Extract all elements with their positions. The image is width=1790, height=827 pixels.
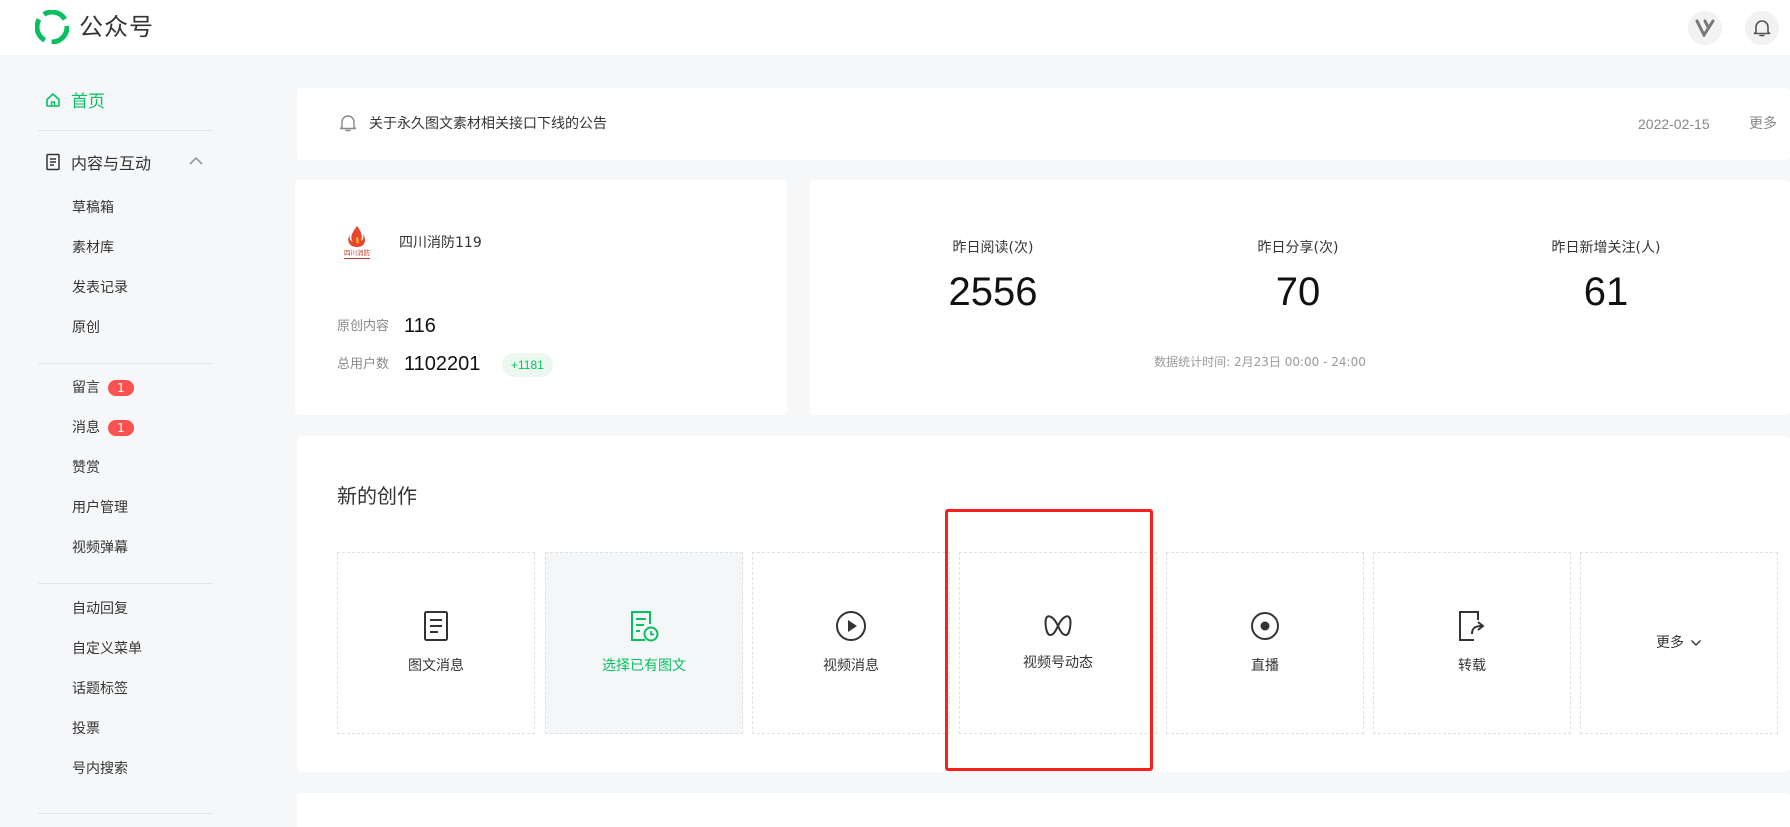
sidebar-item-home[interactable]: 首页 <box>45 87 105 112</box>
create-more-button[interactable]: 更多 <box>1656 633 1702 653</box>
new-creation-card: 新的创作 图文消息 选择已有图文 视频消息 视频号动态 直播 转载 更多 <box>297 436 1790 772</box>
next-section-card <box>297 793 1790 827</box>
stat-reads-label: 昨日阅读(次) <box>952 240 1034 256</box>
sidebar-item-materials[interactable]: 素材库 <box>72 238 114 258</box>
create-live-tile[interactable]: 直播 <box>1166 552 1364 734</box>
play-circle-icon <box>836 611 866 641</box>
sidebar-item-voting[interactable]: 投票 <box>72 719 100 739</box>
stat-shares-label: 昨日分享(次) <box>1257 240 1339 256</box>
users-gain-badge: +1181 <box>502 353 553 377</box>
channels-icon <box>1044 615 1072 636</box>
sidebar-item-drafts[interactable]: 草稿箱 <box>72 198 114 218</box>
create-live-label: 直播 <box>1251 658 1279 674</box>
sidebar-item-user-management[interactable]: 用户管理 <box>72 498 128 518</box>
profile-y-icon[interactable] <box>1688 11 1722 45</box>
notice-title-link[interactable]: 关于永久图文素材相关接口下线的公告 <box>369 114 607 134</box>
home-icon <box>46 92 60 107</box>
account-avatar[interactable]: 四川消防 <box>337 222 377 262</box>
sidebar-item-messages-label: 消息 <box>72 420 100 436</box>
stat-new-followers-value[interactable]: 61 <box>1506 268 1706 316</box>
account-card: 四川消防 四川消防119 原创内容 116 总用户数 1102201 +1181 <box>295 180 787 415</box>
stat-shares-value[interactable]: 70 <box>1198 268 1398 316</box>
create-video-message-tile[interactable]: 视频消息 <box>752 552 950 734</box>
stats-time-range-text: 数据统计时间: 2月23日 00:00 - 24:00 <box>1154 355 1366 369</box>
wechat-official-account-logo-icon[interactable] <box>35 10 69 44</box>
app-brand[interactable]: 公众号 <box>79 10 154 44</box>
sidebar-item-home-label: 首页 <box>71 92 105 112</box>
chevron-down-icon <box>1691 640 1701 646</box>
sidebar-item-custom-menu[interactable]: 自定义菜单 <box>72 639 142 659</box>
stat-new-followers-label: 昨日新增关注(人) <box>1551 240 1661 256</box>
sidebar-item-rewards[interactable]: 赞赏 <box>72 458 100 478</box>
create-channels-post-tile[interactable]: 视频号动态 <box>959 552 1157 734</box>
divider <box>38 130 213 131</box>
notice-bell-icon <box>339 115 357 132</box>
create-article-tile[interactable]: 图文消息 <box>337 552 535 734</box>
document-icon <box>46 153 60 171</box>
create-repost-label: 转载 <box>1458 658 1486 674</box>
sidebar-item-auto-reply[interactable]: 自动回复 <box>72 599 128 619</box>
sidebar-group-label: 内容与互动 <box>71 154 152 173</box>
chevron-up-icon[interactable] <box>188 156 204 166</box>
stat-reads-value[interactable]: 2556 <box>893 268 1093 316</box>
notice-more-link[interactable]: 更多 <box>1749 114 1777 134</box>
sidebar-item-video-danmaku[interactable]: 视频弹幕 <box>72 538 128 558</box>
sidebar-item-in-account-search[interactable]: 号内搜索 <box>72 759 128 779</box>
create-more-tile[interactable]: 更多 <box>1580 552 1778 734</box>
sidebar-item-messages[interactable]: 消息 1 <box>72 418 134 438</box>
sidebar-item-publish-records[interactable]: 发表记录 <box>72 278 128 298</box>
divider <box>38 363 213 364</box>
create-article-label: 图文消息 <box>408 658 464 674</box>
select-existing-article-tile[interactable]: 选择已有图文 <box>545 552 743 734</box>
sidebar: 首页 内容与互动 草稿箱 素材库 发表记录 原创 留言 1 消息 1 赞赏 用户… <box>0 55 230 827</box>
unread-badge: 1 <box>108 420 134 436</box>
create-more-label: 更多 <box>1656 635 1684 651</box>
sidebar-item-original[interactable]: 原创 <box>72 318 100 338</box>
total-users-count[interactable]: 1102201 <box>404 352 480 376</box>
sidebar-item-comments[interactable]: 留言 1 <box>72 378 134 398</box>
top-bar: 公众号 <box>0 0 1790 55</box>
notice-date: 2022-02-15 <box>1638 116 1710 132</box>
select-existing-article-label: 选择已有图文 <box>602 658 686 674</box>
live-icon <box>1251 612 1279 640</box>
divider <box>38 583 213 584</box>
unread-badge: 1 <box>108 380 134 396</box>
repost-icon <box>1459 611 1485 641</box>
new-creation-title: 新的创作 <box>337 484 417 508</box>
original-content-count[interactable]: 116 <box>404 314 436 338</box>
notification-bell-icon[interactable] <box>1745 11 1779 45</box>
create-video-message-label: 视频消息 <box>823 658 879 674</box>
original-content-label: 原创内容 <box>337 319 390 334</box>
stats-time-range: 数据统计时间: 2月23日 00:00 - 24:00 <box>810 354 1790 370</box>
sidebar-group-content[interactable]: 内容与互动 <box>45 150 151 174</box>
article-history-icon <box>631 611 659 642</box>
create-repost-tile[interactable]: 转载 <box>1373 552 1571 734</box>
divider <box>38 813 213 814</box>
sidebar-item-comments-label: 留言 <box>72 380 100 396</box>
total-users-label: 总用户数 <box>337 357 390 372</box>
account-logo-text: 四川消防 <box>344 248 371 257</box>
account-name[interactable]: 四川消防119 <box>399 233 482 253</box>
sidebar-item-topic-tags[interactable]: 话题标签 <box>72 679 128 699</box>
create-channels-post-label: 视频号动态 <box>1023 655 1093 671</box>
stats-card: 昨日阅读(次) 2556 昨日分享(次) 70 昨日新增关注(人) 61 数据统… <box>810 180 1790 415</box>
notice-card: 关于永久图文素材相关接口下线的公告 2022-02-15 更多 <box>297 88 1790 160</box>
article-icon <box>424 611 448 641</box>
